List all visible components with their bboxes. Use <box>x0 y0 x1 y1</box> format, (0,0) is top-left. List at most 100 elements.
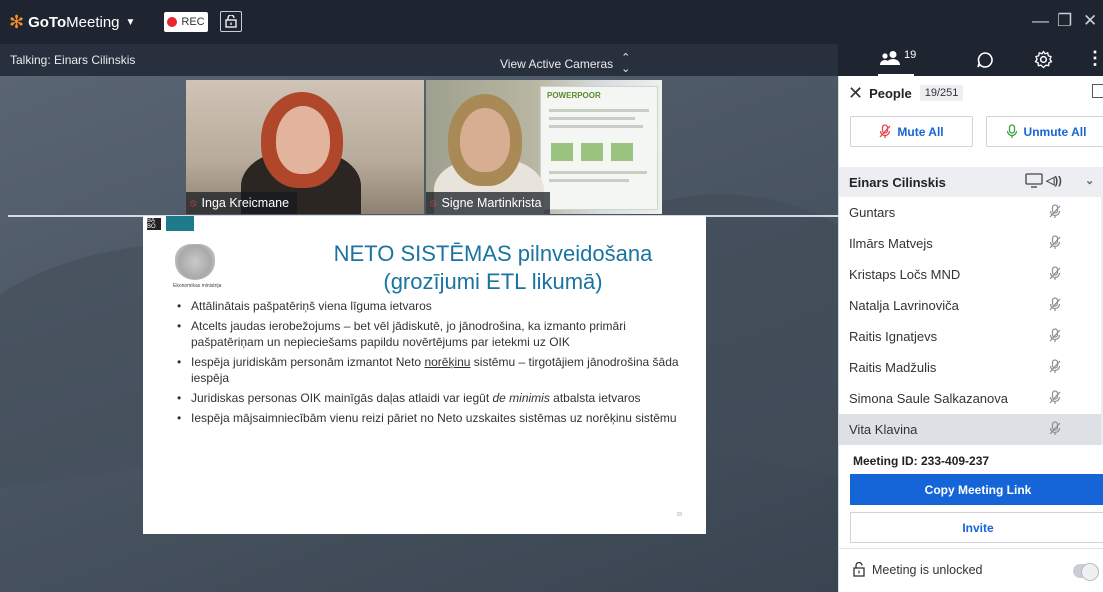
flower-icon: ✻ <box>9 12 25 32</box>
chevron-updown-icon: ⌃ ⌄ <box>621 52 631 75</box>
people-count: 19 <box>904 49 917 61</box>
slide-accent-bar <box>166 216 194 231</box>
tab-settings[interactable] <box>1034 50 1053 74</box>
tab-people[interactable]: 19 <box>880 49 917 66</box>
list-item[interactable]: Kristaps Ločs MND <box>839 259 1103 290</box>
unmute-all-button[interactable]: Unmute All <box>986 116 1103 147</box>
chevron-down-icon: ▼ <box>125 16 136 28</box>
camera-name-label: ⦸ Signe Martinkrista <box>426 192 550 214</box>
lock-meeting-button[interactable] <box>220 11 242 32</box>
slide-title-line2: (grozījumi ETL likumā) <box>383 269 603 294</box>
presenter-row[interactable]: Einars Cilinskis ◁)) ⌄ <box>839 167 1103 197</box>
mic-off-icon[interactable] <box>1049 390 1061 405</box>
meeting-stage: ⦸ Inga Kreicmane POWERPOOR ⦸ Signe Marti… <box>0 76 838 592</box>
camera-name: Signe Martinkrista <box>441 196 542 210</box>
mic-off-icon[interactable] <box>1049 204 1061 219</box>
speaker-icon: ◁)) <box>1046 175 1062 187</box>
mic-off-icon <box>879 124 891 138</box>
ministry-label: Ekonomikas ministrija <box>173 283 222 289</box>
app-menu[interactable]: ✻ GoTo Meeting ▼ <box>9 13 135 31</box>
mic-off-icon[interactable] <box>1049 297 1061 312</box>
presenter-name: Einars Cilinskis <box>849 174 946 190</box>
panel-footer: Meeting is unlocked <box>839 548 1103 592</box>
camera-tile[interactable]: POWERPOOR ⦸ Signe Martinkrista <box>426 80 662 214</box>
background-poster: POWERPOOR <box>540 86 658 210</box>
popout-icon[interactable] <box>1092 84 1103 98</box>
list-item[interactable]: Guntars <box>839 197 1103 228</box>
bullet-italic-text: de minimis <box>492 391 550 405</box>
unmute-all-label: Unmute All <box>1023 124 1087 139</box>
participant-name: Vita Klavina <box>849 422 918 437</box>
poster-graphic <box>581 143 603 161</box>
bullet-text: atbalsta ietvaros <box>549 391 641 405</box>
list-item[interactable]: Ilmārs Matvejs <box>839 228 1103 259</box>
participant-name: Natalja Lavrinoviča <box>849 298 959 313</box>
attendee-count-badge: 19/251 <box>919 85 964 101</box>
camera-tile[interactable]: ⦸ Inga Kreicmane <box>186 80 424 214</box>
status-bar: Talking: Einars Cilinskis View Active Ca… <box>0 44 838 76</box>
record-dot-icon <box>167 17 178 27</box>
more-options-icon[interactable]: ⋮ <box>1086 49 1103 67</box>
slide-bullet: Iespēja mājsaimniecībām vienu reizi pāri… <box>177 410 687 426</box>
side-toolbar: 19 ⋮ <box>838 44 1103 76</box>
slide-bullet: Attālinātais pašpatēriņš viena līguma ie… <box>177 298 687 314</box>
participant-name: Simona Saule Salkazanova <box>849 391 1008 406</box>
poster-text-line <box>549 109 649 112</box>
slide-bullet: Iespēja juridiskām personām izmantot Net… <box>177 354 687 386</box>
mute-controls: Mute All Unmute All <box>839 116 1103 148</box>
view-cameras-selector[interactable]: View Active Cameras ⌃ ⌄ <box>500 53 630 75</box>
mic-off-icon[interactable] <box>1049 359 1061 374</box>
record-button[interactable]: REC <box>164 12 208 32</box>
close-window-icon[interactable]: ✕ <box>1083 11 1097 31</box>
tab-chat[interactable] <box>976 51 994 74</box>
lock-status-label: Meeting is unlocked <box>872 562 983 577</box>
poster-graphic <box>611 143 633 161</box>
mic-off-icon: ⦸ <box>430 197 437 209</box>
close-icon[interactable]: ✕ <box>848 84 863 102</box>
mute-all-label: Mute All <box>897 124 944 139</box>
chevron-down-icon[interactable]: ⌄ <box>1085 174 1094 187</box>
lock-status: Meeting is unlocked <box>853 562 982 577</box>
slide-bullet: Atcelts jaudas ierobežojums – bet vēl jā… <box>177 318 687 350</box>
list-item[interactable]: Raitis Ignatjevs <box>839 321 1103 352</box>
participant-face <box>460 108 510 172</box>
brand-meeting: Meeting <box>66 13 120 31</box>
people-list: Guntars Ilmārs Matvejs Kristaps Ločs MND… <box>839 197 1103 445</box>
bullet-underlined-text: norēķinu <box>424 355 471 369</box>
record-label: REC <box>181 16 205 28</box>
meeting-lock-toggle[interactable] <box>1073 563 1099 581</box>
participant-face <box>276 106 330 174</box>
minimize-icon[interactable]: — <box>1032 11 1049 31</box>
poster-title: POWERPOOR <box>547 91 601 100</box>
mic-off-icon: ⦸ <box>190 197 197 209</box>
copy-meeting-link-button[interactable]: Copy Meeting Link <box>850 474 1103 505</box>
panel-title: People <box>869 85 912 101</box>
participant-name: Guntars <box>849 205 896 220</box>
slide-bullet-list: Attālinātais pašpatēriņš viena līguma ie… <box>177 298 687 430</box>
mic-off-icon[interactable] <box>1049 421 1061 436</box>
people-panel: ✕ People 19/251 Mute All Unmute All Eina… <box>838 76 1103 592</box>
title-bar: ✻ GoTo Meeting ▼ REC — ❐ ✕ <box>0 0 1103 44</box>
restore-icon[interactable]: ❐ <box>1057 11 1072 31</box>
presenter-status: ◁)) <box>1025 173 1062 188</box>
bullet-text: Juridiskas personas OIK mainīgās daļas a… <box>191 391 493 405</box>
padlock-icon <box>853 562 865 577</box>
list-item[interactable]: Vita Klavina <box>839 414 1103 445</box>
list-item[interactable]: Simona Saule Salkazanova <box>839 383 1103 414</box>
mic-icon <box>1006 124 1017 138</box>
poster-text-line <box>549 117 635 120</box>
invite-button[interactable]: Invite <box>850 512 1103 543</box>
panel-header: ✕ People 19/251 <box>839 76 1103 110</box>
mute-all-button[interactable]: Mute All <box>850 116 973 147</box>
mic-off-icon[interactable] <box>1049 266 1061 281</box>
mic-off-icon[interactable] <box>1049 328 1061 343</box>
list-item[interactable]: Raitis Madžulis <box>839 352 1103 383</box>
slide-tag: BĀ BŌ <box>147 218 161 230</box>
camera-name-label: ⦸ Inga Kreicmane <box>186 192 298 214</box>
poster-graphic <box>551 143 573 161</box>
mic-off-icon[interactable] <box>1049 235 1061 250</box>
list-item[interactable]: Natalja Lavrinoviča <box>839 290 1103 321</box>
participant-name: Ilmārs Matvejs <box>849 236 933 251</box>
talking-indicator: Talking: Einars Cilinskis <box>10 53 136 67</box>
screen-share-icon <box>1025 173 1043 188</box>
